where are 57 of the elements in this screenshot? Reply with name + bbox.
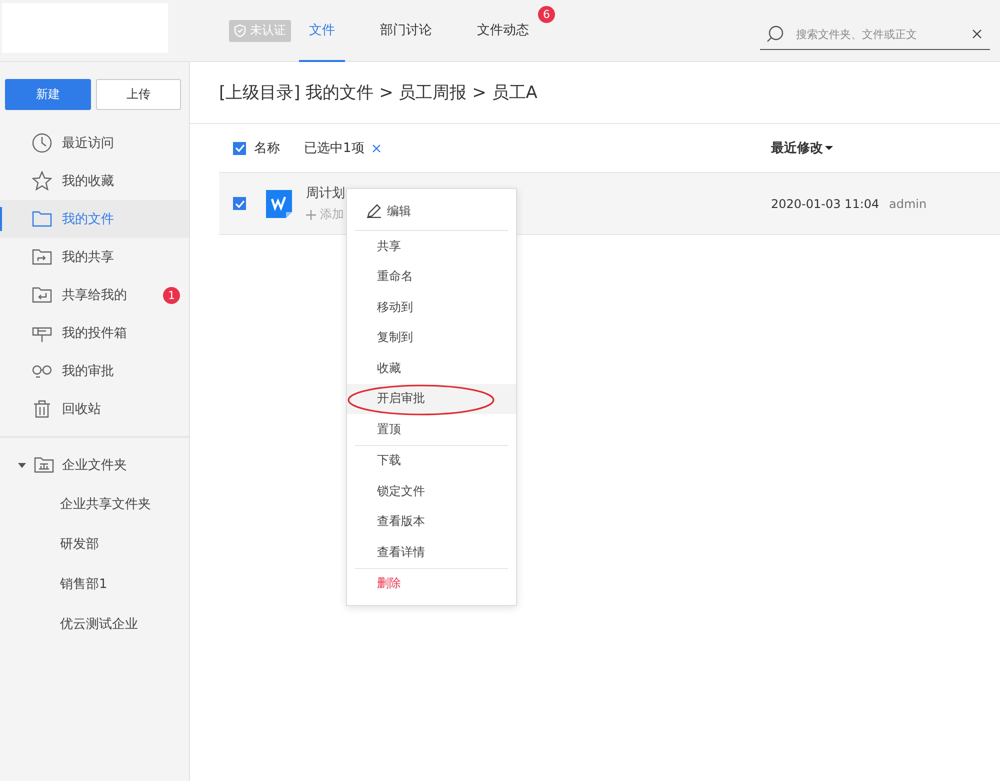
search-field[interactable]: 搜索文件夹、文件或正文 <box>794 26 962 42</box>
star-icon <box>32 171 52 191</box>
menu-item[interactable]: 下载 <box>347 446 516 476</box>
file-name[interactable]: 周计划 <box>306 184 345 202</box>
notification-count: 1 <box>163 286 180 304</box>
plus-icon <box>306 210 316 220</box>
sidebar-item[interactable]: 共享给我的 1 <box>0 276 189 314</box>
tree-item[interactable]: 企业共享文件夹 <box>0 484 189 524</box>
tree-item[interactable]: 销售部1 <box>0 564 189 604</box>
sidebar-item[interactable]: 我的投件箱 <box>0 314 189 352</box>
upload-button[interactable]: 上传 <box>96 79 181 110</box>
sort-caret-icon <box>825 145 833 151</box>
shared-folder-icon <box>32 247 52 267</box>
close-icon <box>972 29 982 39</box>
nav-tab[interactable]: 文件 <box>299 0 345 62</box>
sidebar-item[interactable]: 最近访问 <box>0 124 189 162</box>
trash-icon <box>32 399 52 419</box>
tree-item[interactable]: 优云测试企业 <box>0 604 189 644</box>
column-header[interactable]: 最近修改 <box>771 139 833 157</box>
word-document-icon <box>266 190 292 218</box>
sidebar-item[interactable]: 回收站 <box>0 390 189 428</box>
notification-count: 6 <box>538 6 555 22</box>
shield-icon <box>234 24 246 37</box>
sidebar-item[interactable]: 我的审批 <box>0 352 189 390</box>
menu-item[interactable]: 查看版本 <box>347 506 516 537</box>
folder-icon <box>32 209 52 229</box>
sidebar-item[interactable]: 我的共享 <box>0 238 189 276</box>
pencil-icon <box>367 204 381 218</box>
column-header: 名称 <box>254 140 280 157</box>
nav-tab[interactable]: 部门讨论 <box>370 0 442 62</box>
checkbox[interactable] <box>233 197 246 210</box>
menu-item[interactable]: 重命名 <box>347 262 516 292</box>
breadcrumb[interactable]: [上级目录] 我的文件 > 员工周报 > 员工A <box>219 81 538 104</box>
checkbox[interactable] <box>233 142 246 154</box>
close-icon <box>372 144 382 152</box>
menu-item[interactable]: 删除 <box>347 568 516 599</box>
selection-count: 已选中1项 <box>304 140 364 157</box>
table-cell-text: 2020-01-03 11:04 <box>771 196 880 210</box>
caret-down-icon <box>18 461 26 469</box>
search-icon <box>766 25 784 43</box>
menu-item[interactable]: 置顶 <box>347 414 516 444</box>
building-folder-icon <box>34 456 54 474</box>
menu-item[interactable]: 收藏 <box>347 353 516 384</box>
menu-item[interactable]: 锁定文件 <box>347 476 516 506</box>
table-cell: admin <box>889 196 927 210</box>
nav-tab[interactable]: 文件动态 <box>467 0 539 62</box>
sidebar-item[interactable]: 我的收藏 <box>0 162 189 200</box>
tree-item[interactable]: 企业文件夹 <box>0 446 189 484</box>
menu-item[interactable]: 开启审批 <box>347 384 516 414</box>
menu-item[interactable]: 查看详情 <box>347 537 516 568</box>
new-button[interactable]: 新建 <box>5 79 90 110</box>
clock-icon <box>32 133 52 153</box>
received-folder-icon <box>32 285 52 305</box>
menu-item[interactable]: 编辑 <box>347 192 516 230</box>
menu-item[interactable]: 移动到 <box>347 292 516 322</box>
tree-item[interactable]: 研发部 <box>0 524 189 564</box>
menu-item[interactable]: 复制到 <box>347 322 516 353</box>
